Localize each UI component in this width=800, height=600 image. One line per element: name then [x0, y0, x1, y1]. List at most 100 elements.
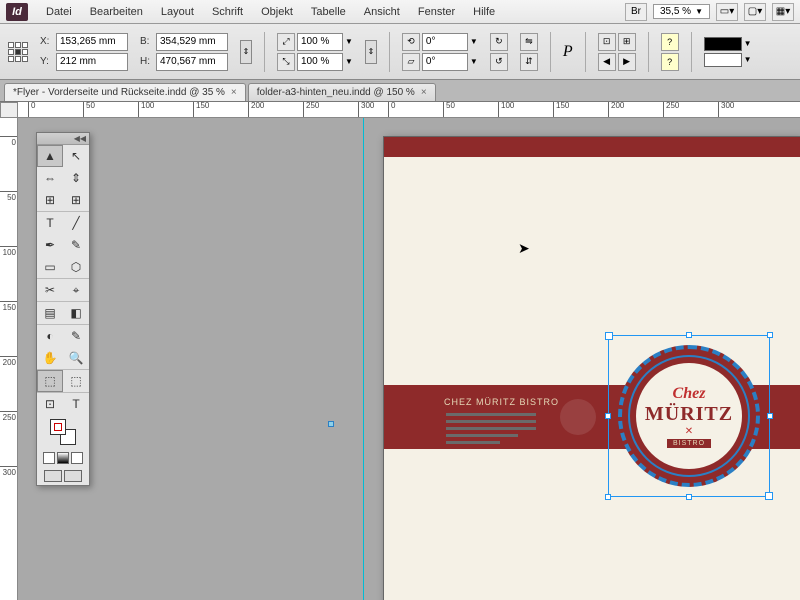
doc-tab-flyer[interactable]: *Flyer - Vorderseite und Rückseite.indd … — [4, 83, 246, 101]
polygon-tool[interactable]: ⬡ — [63, 256, 89, 278]
ruler-origin[interactable] — [0, 102, 18, 118]
menu-fenster[interactable]: Fenster — [410, 3, 463, 21]
y-label: Y: — [40, 56, 54, 67]
band-circle — [560, 399, 596, 435]
stroke-swatch[interactable] — [704, 53, 742, 67]
color-mode-row — [37, 449, 89, 467]
select-prev-icon[interactable]: ◀ — [598, 53, 616, 71]
pen-tool[interactable]: ✒ — [37, 234, 63, 256]
menu-layout[interactable]: Layout — [153, 3, 202, 21]
zoom-tool[interactable]: 🔍 — [63, 347, 89, 369]
shear-input[interactable] — [422, 53, 468, 71]
doc-tab-folder[interactable]: folder-a3-hinten_neu.indd @ 150 %× — [248, 83, 436, 101]
note-tool[interactable]: ◐ — [37, 325, 63, 347]
apply-gradient-icon[interactable] — [57, 452, 69, 464]
content-placer-tool[interactable]: ⊞ — [63, 189, 89, 211]
apply-color-text[interactable]: T — [63, 393, 89, 415]
h-label: H: — [140, 56, 154, 67]
select-container-icon[interactable]: ⊡ — [598, 33, 616, 51]
line-tool[interactable]: ╱ — [63, 212, 89, 234]
shear-icon: ▱ — [402, 53, 420, 71]
arrange-icon[interactable]: ▦▾ — [772, 3, 794, 21]
eyedropper-tool[interactable]: ✎ — [63, 325, 89, 347]
rotate-icon: ⟲ — [402, 33, 420, 51]
logo-badge[interactable]: Chez MÜRITZ ✕ BISTRO — [614, 341, 764, 491]
band-lines — [446, 413, 536, 448]
width-input[interactable] — [156, 33, 228, 51]
apply-color-icon[interactable] — [71, 452, 83, 464]
canvas[interactable]: CHEZ MÜRITZ BISTRO Chez MÜRITZ ✕ BISTRO — [18, 118, 800, 600]
menu-datei[interactable]: Datei — [38, 3, 80, 21]
guide-line[interactable] — [363, 118, 364, 600]
tools-panel-header[interactable]: ◀◀ — [37, 133, 89, 145]
swap-fill-stroke[interactable]: ⬚ — [63, 370, 89, 392]
chevron-down-icon: ▼ — [695, 7, 703, 16]
close-icon[interactable]: × — [421, 87, 427, 98]
constrain-scale-icon[interactable]: ⇕ — [365, 40, 377, 64]
y-input[interactable] — [56, 53, 128, 71]
zoom-level-input[interactable]: 35,5 %▼ — [653, 4, 710, 19]
menu-bearbeiten[interactable]: Bearbeiten — [82, 3, 151, 21]
direct-selection-tool[interactable]: ↖ — [63, 145, 89, 167]
menu-objekt[interactable]: Objekt — [253, 3, 301, 21]
normal-view-icon[interactable] — [44, 470, 62, 482]
rotate-cw-icon[interactable]: ↻ — [490, 33, 508, 51]
band-title: CHEZ MÜRITZ BISTRO — [444, 397, 559, 407]
scissors-tool[interactable]: ✂ — [37, 279, 63, 301]
gradient-feather-tool[interactable]: ◧ — [63, 302, 89, 324]
bridge-button[interactable]: Br — [625, 3, 647, 21]
view-options-icon[interactable]: ▭▾ — [716, 3, 738, 21]
help-icon-2[interactable]: ? — [661, 53, 679, 71]
pencil-tool[interactable]: ✎ — [63, 234, 89, 256]
rectangle-frame-tool[interactable]: ▭ — [37, 256, 63, 278]
paragraph-style-icon[interactable]: P — [563, 43, 573, 61]
constrain-proportions-icon[interactable]: ⇕ — [240, 40, 252, 64]
select-content-icon[interactable]: ⊞ — [618, 33, 636, 51]
height-input[interactable] — [156, 53, 228, 71]
apply-none-icon[interactable] — [43, 452, 55, 464]
help-icon[interactable]: ? — [661, 33, 679, 51]
page-tool[interactable]: ⇔ — [37, 167, 63, 189]
flip-h-icon[interactable]: ⇋ — [520, 33, 538, 51]
menu-tabelle[interactable]: Tabelle — [303, 3, 354, 21]
horizontal-ruler[interactable]: 0 50 100 150 200 250 300 0 50 100 150 20… — [18, 102, 800, 118]
menu-ansicht[interactable]: Ansicht — [356, 3, 408, 21]
scale-x-icon: ⤢ — [277, 33, 295, 51]
scale-x-input[interactable] — [297, 33, 343, 51]
menu-hilfe[interactable]: Hilfe — [465, 3, 503, 21]
apply-color-container[interactable]: ⊡ — [37, 393, 63, 415]
close-icon[interactable]: × — [231, 87, 237, 98]
scale-y-input[interactable] — [297, 53, 343, 71]
rotate-input[interactable] — [422, 33, 468, 51]
document-tab-bar: *Flyer - Vorderseite und Rückseite.indd … — [0, 80, 800, 102]
gap-tool[interactable]: ⇕ — [63, 167, 89, 189]
badge-name-text: MÜRITZ — [645, 403, 733, 426]
select-next-icon[interactable]: ▶ — [618, 53, 636, 71]
menu-schrift[interactable]: Schrift — [204, 3, 251, 21]
preview-view-icon[interactable] — [64, 470, 82, 482]
reference-point[interactable] — [8, 42, 28, 62]
badge-sub-text: BISTRO — [667, 439, 711, 448]
control-strip: X: Y: B: H: ⇕ ⤢▼ ⤡▼ ⇕ ⟲▼ ▱▼ ↻ ↺ ⇋ ⇵ P ⊡⊞… — [0, 24, 800, 80]
type-tool[interactable]: T — [37, 212, 63, 234]
content-collector-tool[interactable]: ⊞ — [37, 189, 63, 211]
hand-tool[interactable]: ✋ — [37, 347, 63, 369]
gradient-swatch-tool[interactable]: ▤ — [37, 302, 63, 324]
anchor-handle[interactable] — [328, 421, 334, 427]
scale-y-icon: ⤡ — [277, 53, 295, 71]
x-input[interactable] — [56, 33, 128, 51]
fill-stroke-toggle[interactable]: ⬚ — [37, 370, 63, 392]
tools-panel[interactable]: ◀◀ ▲ ↖ ⇔ ⇕ ⊞ ⊞ T ╱ ✒ ✎ ▭ ⬡ ✂ ⌖ ▤ ◧ ◐ ✎ ✋… — [36, 132, 90, 486]
badge-chez-text: Chez — [673, 385, 706, 403]
badge-inner: Chez MÜRITZ ✕ BISTRO — [636, 363, 742, 469]
rotate-ccw-icon[interactable]: ↺ — [490, 53, 508, 71]
document-page[interactable]: CHEZ MÜRITZ BISTRO Chez MÜRITZ ✕ BISTRO — [383, 136, 800, 600]
badge-cross-icon: ✕ — [685, 426, 693, 437]
flip-v-icon[interactable]: ⇵ — [520, 53, 538, 71]
fill-swatch[interactable] — [704, 37, 742, 51]
screen-mode-icon[interactable]: ▢▾ — [744, 3, 766, 21]
fill-stroke-swatch[interactable] — [50, 419, 76, 445]
free-transform-tool[interactable]: ⌖ — [63, 279, 89, 301]
vertical-ruler[interactable]: 0 50 100 150 200 250 300 — [0, 118, 18, 600]
selection-tool[interactable]: ▲ — [37, 145, 63, 167]
